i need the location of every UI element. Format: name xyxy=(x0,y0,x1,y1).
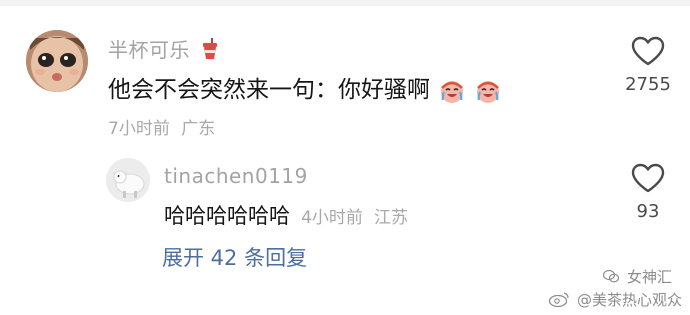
comment-time: 7小时前 xyxy=(108,119,170,139)
commenter-username[interactable]: 半杯可乐 xyxy=(108,34,219,63)
expand-replies-link[interactable]: 展开 42 条回复 xyxy=(162,242,307,272)
watermark-line2: @美茶热心观众 xyxy=(548,289,682,310)
weibo-icon xyxy=(549,292,569,308)
reply-like-heart-icon[interactable] xyxy=(631,163,665,193)
reply-time: 4小时前 xyxy=(301,207,363,228)
like-heart-icon[interactable] xyxy=(631,36,665,66)
commenter-username-text: 半杯可乐 xyxy=(108,38,190,62)
top-divider xyxy=(0,0,690,6)
watermark-brand: 女神汇 xyxy=(626,268,672,286)
comment-location: 广东 xyxy=(181,119,216,139)
comment-text: 他会不会突然来一句：你好骚啊 xyxy=(108,77,430,103)
comment-like-count: 2755 xyxy=(625,74,671,95)
doll-face-avatar-icon xyxy=(26,30,88,92)
watermark-handle: @美茶热心观众 xyxy=(576,291,682,309)
reply-location: 江苏 xyxy=(374,207,409,228)
reply-line: 哈哈哈哈哈哈 4小时前 江苏 xyxy=(164,200,408,230)
comment-meta: 7小时前 广东 xyxy=(108,114,215,139)
reply-like-count: 93 xyxy=(636,201,660,222)
wechat-icon xyxy=(603,269,620,283)
crying-laughing-face-icon xyxy=(476,80,499,103)
cup-drink-icon xyxy=(202,38,217,59)
reply-text: 哈哈哈哈哈哈 xyxy=(164,204,290,228)
sheep-avatar-icon xyxy=(106,158,150,202)
reply-avatar[interactable] xyxy=(106,158,150,202)
watermark-line1: 女神汇 xyxy=(603,266,672,287)
commenter-avatar[interactable] xyxy=(26,30,88,92)
crying-laughing-face-icon xyxy=(441,80,464,103)
comment-text-line: 他会不会突然来一句：你好骚啊 xyxy=(108,70,501,104)
reply-username[interactable]: tinachen0119 xyxy=(164,164,308,188)
